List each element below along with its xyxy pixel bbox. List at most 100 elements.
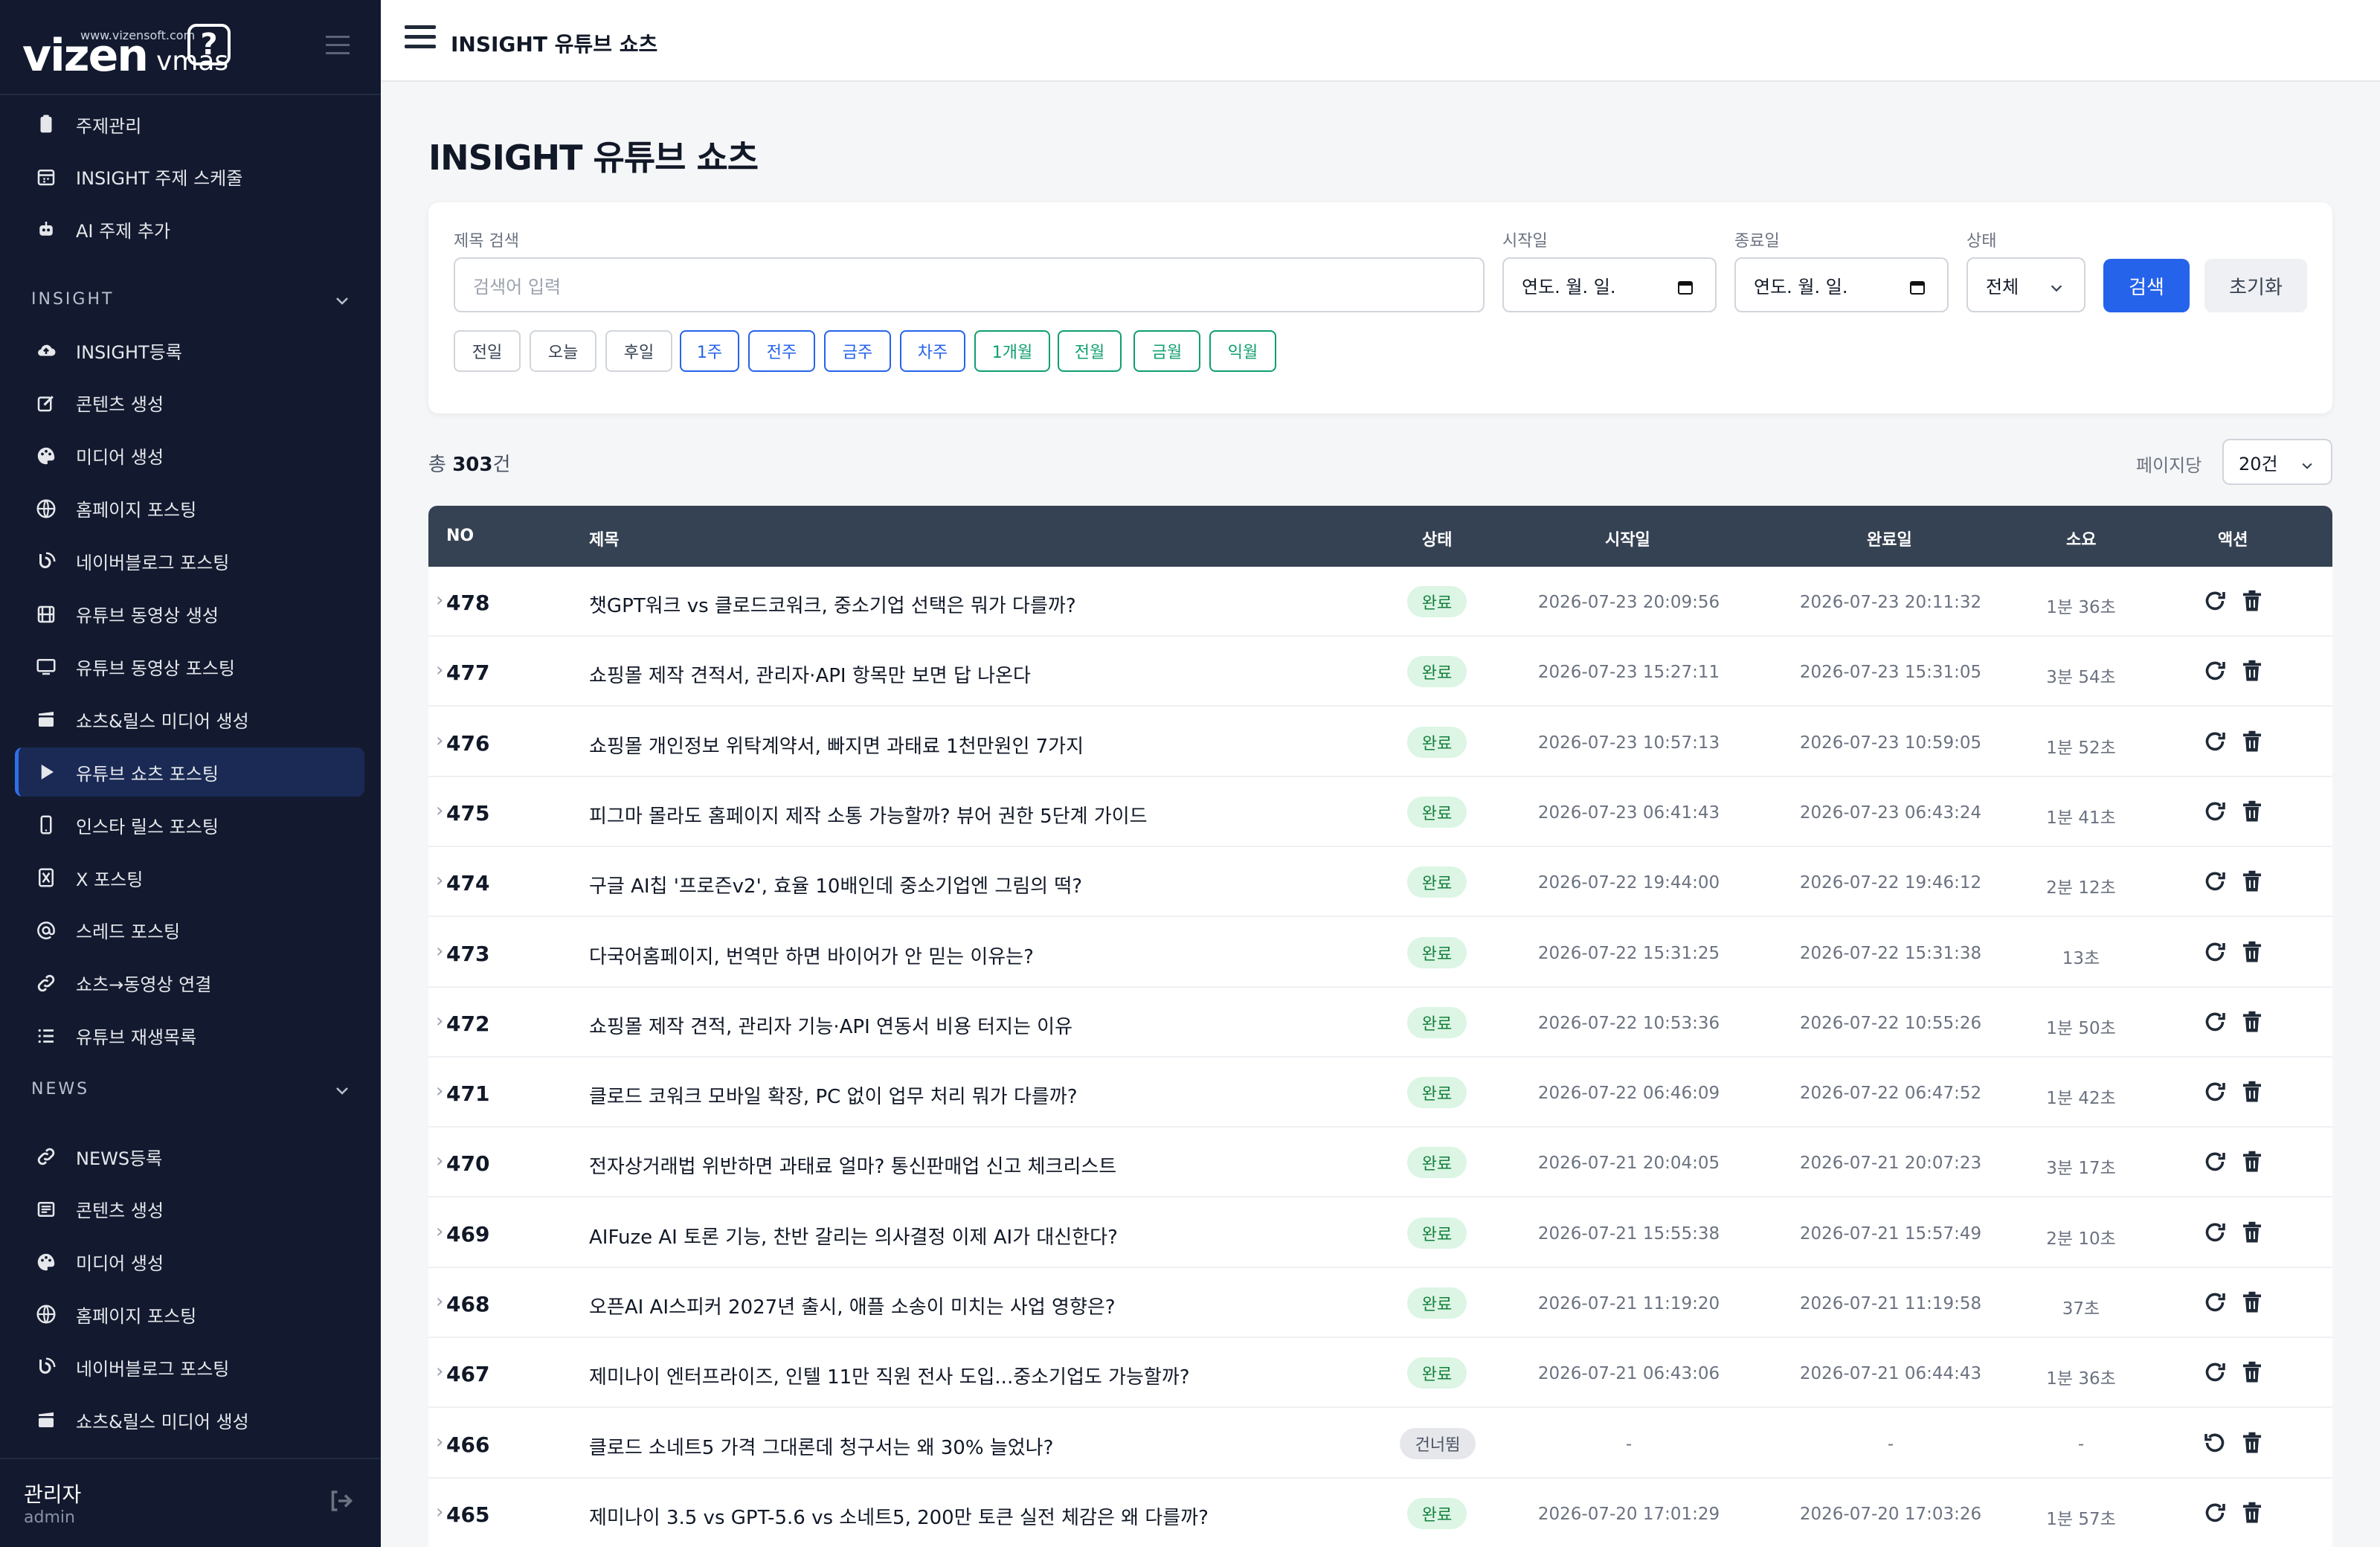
quick-date-button[interactable]: 익월 [1209, 330, 1276, 372]
sidebar-item-top-2[interactable]: AI 주제 추가 [15, 205, 364, 254]
table-row[interactable]: 471 클로드 코워크 모바일 확장, PC 없이 업무 처리 뭐가 다를까? 완료… [428, 1058, 2332, 1128]
menu-icon[interactable] [405, 25, 436, 52]
trash-icon[interactable] [2239, 1429, 2265, 1456]
end-date-input[interactable]: 연도. 월. 일. [1734, 257, 1949, 312]
quick-date-button[interactable]: 금월 [1133, 330, 1200, 372]
trash-icon[interactable] [2239, 1219, 2265, 1246]
sidebar-item-insight-7[interactable]: 쇼츠&릴스 미디어 생성 [15, 695, 364, 744]
table-row[interactable]: 467 제미나이 엔터프라이즈, 인텔 11만 직원 전사 도입...중소기업도 … [428, 1338, 2332, 1409]
trash-icon[interactable] [2239, 728, 2265, 755]
sidebar-item-news-1[interactable]: 콘텐츠 생성 [15, 1185, 364, 1234]
sidebar-item-insight-9[interactable]: 인스타 릴스 포스팅 [15, 800, 364, 849]
table-row[interactable]: 465 제미나이 3.5 vs GPT-5.6 vs 소네트5, 200만 토큰 … [428, 1479, 2332, 1547]
row-title[interactable]: 피그마 몰라도 홈페이지 제작 소통 가능할까? 뷰어 권한 5단계 가이드 [589, 801, 1148, 829]
row-title[interactable]: 쇼핑몰 개인정보 위탁계약서, 빠지면 과태료 1천만원인 7가지 [589, 731, 1084, 759]
calendar-icon[interactable] [1908, 278, 1926, 296]
sidebar-item-insight-4[interactable]: 네이버블로그 포스팅 [15, 537, 364, 586]
sidebar-item-insight-1[interactable]: 콘텐츠 생성 [15, 379, 364, 428]
trash-icon[interactable] [2239, 657, 2265, 684]
table-row[interactable]: 474 구글 AI칩 '프로즌v2', 효율 10배인데 중소기업엔 그림의 떡?… [428, 847, 2332, 918]
reset-button[interactable]: 초기화 [2204, 259, 2307, 312]
calendar-icon[interactable] [1676, 278, 1694, 296]
row-title[interactable]: 구글 AI칩 '프로즌v2', 효율 10배인데 중소기업엔 그림의 떡? [589, 871, 1082, 898]
trash-icon[interactable] [2239, 1078, 2265, 1105]
refresh-icon[interactable] [2202, 1009, 2228, 1035]
quick-date-button[interactable]: 차주 [900, 330, 965, 372]
row-title[interactable]: 오픈AI AI스피커 2027년 출시, 애플 소송이 미치는 사업 영향은? [589, 1292, 1116, 1319]
refresh-icon[interactable] [2202, 798, 2228, 825]
quick-date-button[interactable]: 금주 [824, 330, 891, 372]
section-news[interactable]: NEWS [31, 1080, 351, 1099]
sidebar-item-insight-13[interactable]: 유튜브 재생목록 [15, 1012, 364, 1061]
trash-icon[interactable] [2239, 1359, 2265, 1386]
trash-icon[interactable] [2239, 1289, 2265, 1316]
trash-icon[interactable] [2239, 798, 2265, 825]
table-row[interactable]: 476 쇼핑몰 개인정보 위탁계약서, 빠지면 과태료 1천만원인 7가지 완료 20… [428, 707, 2332, 777]
sidebar-item-insight-10[interactable]: X 포스팅 [15, 853, 364, 902]
refresh-icon[interactable] [2202, 588, 2228, 614]
trash-icon[interactable] [2239, 588, 2265, 614]
sidebar-item-insight-0[interactable]: INSIGHT등록 [15, 326, 364, 375]
table-row[interactable]: 472 쇼핑몰 제작 견적, 관리자 기능·API 연동서 비용 터지는 이유 완료… [428, 988, 2332, 1058]
row-title[interactable]: 클로드 소네트5 가격 그대론데 청구서는 왜 30% 늘었나? [589, 1432, 1053, 1460]
brand-logo[interactable]: www.vizensoft.com vizen vmas ? [0, 0, 381, 95]
section-insight[interactable]: INSIGHT [31, 290, 351, 309]
trash-icon[interactable] [2239, 868, 2265, 895]
refresh-icon[interactable] [2202, 728, 2228, 755]
undo-icon[interactable] [2202, 1429, 2228, 1456]
trash-icon[interactable] [2239, 1499, 2265, 1526]
refresh-icon[interactable] [2202, 1359, 2228, 1386]
sidebar-item-insight-12[interactable]: 쇼츠→동영상 연결 [15, 959, 364, 1008]
row-title[interactable]: 다국어홈페이지, 번역만 하면 바이어가 안 믿는 이유는? [589, 942, 1034, 969]
sidebar-item-news-3[interactable]: 홈페이지 포스팅 [15, 1290, 364, 1339]
row-title[interactable]: 쇼핑몰 제작 견적서, 관리자·API 항목만 보면 답 나온다 [589, 660, 1031, 688]
sidebar-collapse-icon[interactable] [326, 36, 350, 55]
quick-date-button[interactable]: 전월 [1058, 330, 1122, 372]
trash-icon[interactable] [2239, 1148, 2265, 1175]
row-title[interactable]: 제미나이 3.5 vs GPT-5.6 vs 소네트5, 200만 토큰 실전 … [589, 1502, 1209, 1530]
quick-date-button[interactable]: 전일 [454, 330, 521, 372]
row-title[interactable]: AIFuze AI 토론 기능, 찬반 갈리는 의사결정 이제 AI가 대신한다… [589, 1222, 1118, 1250]
sidebar-item-top-0[interactable]: 주제관리 [15, 100, 364, 149]
sidebar-item-insight-6[interactable]: 유튜브 동영상 포스팅 [15, 642, 364, 691]
quick-date-button[interactable]: 1개월 [974, 330, 1050, 372]
table-row[interactable]: 477 쇼핑몰 제작 견적서, 관리자·API 항목만 보면 답 나온다 완료 202… [428, 637, 2332, 707]
sidebar-item-news-0[interactable]: NEWS등록 [15, 1132, 364, 1181]
sidebar-item-news-2[interactable]: 미디어 생성 [15, 1238, 364, 1287]
quick-date-button[interactable]: 전주 [748, 330, 815, 372]
sidebar-item-insight-3[interactable]: 홈페이지 포스팅 [15, 484, 364, 533]
table-row[interactable]: 470 전자상거래법 위반하면 과태료 얼마? 통신판매업 신고 체크리스트 완료 2… [428, 1128, 2332, 1198]
row-title[interactable]: 챗GPT워크 vs 클로드코워크, 중소기업 선택은 뭐가 다를까? [589, 591, 1076, 618]
title-search-input[interactable]: 검색어 입력 [454, 257, 1485, 312]
table-row[interactable]: 468 오픈AI AI스피커 2027년 출시, 애플 소송이 미치는 사업 영향… [428, 1268, 2332, 1338]
refresh-icon[interactable] [2202, 657, 2228, 684]
table-row[interactable]: 475 피그마 몰라도 홈페이지 제작 소통 가능할까? 뷰어 권한 5단계 가이… [428, 777, 2332, 847]
per-page-select[interactable]: 20건 [2222, 439, 2332, 485]
status-select[interactable]: 전체 [1966, 257, 2085, 312]
sidebar-item-insight-2[interactable]: 미디어 생성 [15, 431, 364, 480]
quick-date-button[interactable]: 오늘 [530, 330, 596, 372]
sidebar-item-insight-11[interactable]: 스레드 포스팅 [15, 906, 364, 955]
refresh-icon[interactable] [2202, 1289, 2228, 1316]
refresh-icon[interactable] [2202, 939, 2228, 965]
refresh-icon[interactable] [2202, 1078, 2228, 1105]
sidebar-item-top-1[interactable]: INSIGHT 주제 스케줄 [15, 152, 364, 202]
row-title[interactable]: 클로드 코워크 모바일 확장, PC 없이 업무 처리 뭐가 다를까? [589, 1081, 1078, 1109]
table-row[interactable]: 469 AIFuze AI 토론 기능, 찬반 갈리는 의사결정 이제 AI가 대… [428, 1198, 2332, 1268]
table-row[interactable]: 466 클로드 소네트5 가격 그대론데 청구서는 왜 30% 늘었나? 건너뜀 - -… [428, 1409, 2332, 1479]
trash-icon[interactable] [2239, 939, 2265, 965]
row-title[interactable]: 쇼핑몰 제작 견적, 관리자 기능·API 연동서 비용 터지는 이유 [589, 1012, 1072, 1039]
refresh-icon[interactable] [2202, 1148, 2228, 1175]
search-button[interactable]: 검색 [2103, 259, 2190, 312]
sidebar-item-insight-8[interactable]: 유튜브 쇼츠 포스팅 [15, 747, 364, 797]
row-title[interactable]: 제미나이 엔터프라이즈, 인텔 11만 직원 전사 도입...중소기업도 가능할… [589, 1362, 1190, 1389]
start-date-input[interactable]: 연도. 월. 일. [1502, 257, 1717, 312]
row-title[interactable]: 전자상거래법 위반하면 과태료 얼마? 통신판매업 신고 체크리스트 [589, 1151, 1116, 1179]
table-row[interactable]: 478 챗GPT워크 vs 클로드코워크, 중소기업 선택은 뭐가 다를까? 완료 2… [428, 567, 2332, 637]
refresh-icon[interactable] [2202, 868, 2228, 895]
table-row[interactable]: 473 다국어홈페이지, 번역만 하면 바이어가 안 믿는 이유는? 완료 2026-… [428, 918, 2332, 988]
sidebar-item-news-4[interactable]: 네이버블로그 포스팅 [15, 1342, 364, 1392]
sidebar-item-insight-5[interactable]: 유튜브 동영상 생성 [15, 590, 364, 639]
quick-date-button[interactable]: 1주 [680, 330, 739, 372]
refresh-icon[interactable] [2202, 1219, 2228, 1246]
